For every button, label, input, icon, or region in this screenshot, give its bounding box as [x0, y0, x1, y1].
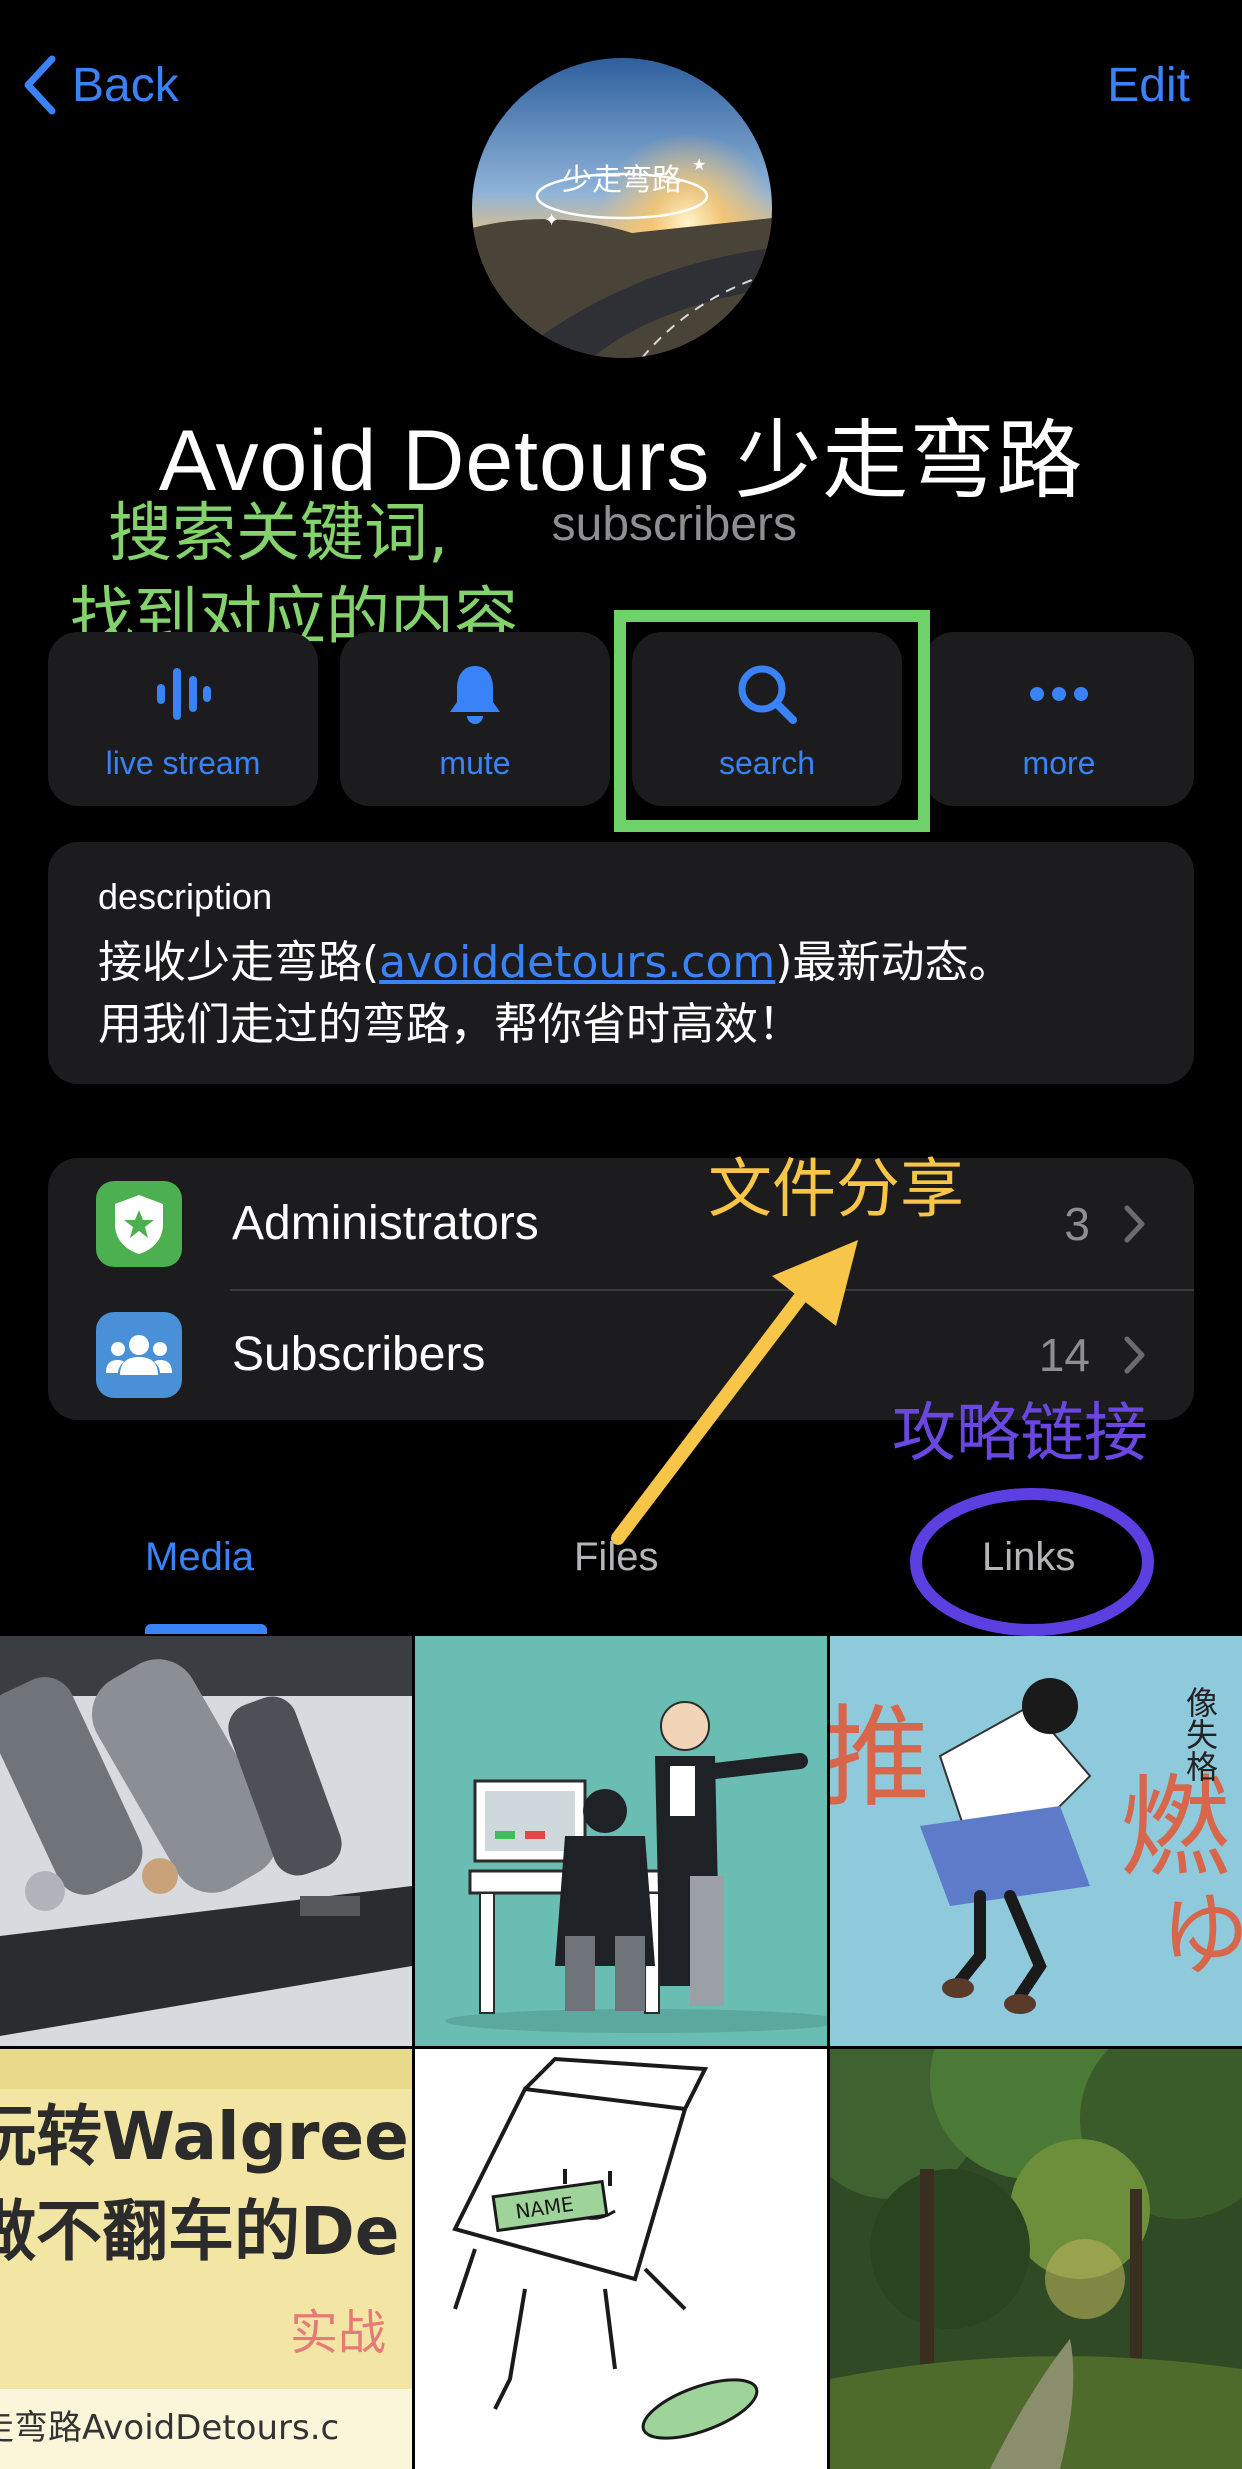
media-thumb-forest[interactable]: [830, 2049, 1242, 2469]
book-char-1: 推: [830, 1694, 930, 1822]
media-grid: 推 燃 ゆ 像失格 玩转Walgreen 做不翻车的De 实战 走弯路Avoid…: [0, 1636, 1242, 2469]
book-char-2: 燃: [1120, 1764, 1230, 1892]
media-thumb-doodle[interactable]: NAME: [415, 2049, 827, 2469]
tab-media[interactable]: Media: [145, 1535, 254, 1580]
book-char-3: ゆ: [1160, 1883, 1242, 1988]
tab-files[interactable]: Files: [574, 1535, 658, 1580]
tab-links[interactable]: Links: [982, 1535, 1075, 1580]
yellow-arrow: [611, 1291, 807, 1545]
media-thumb-microscope[interactable]: [0, 1636, 412, 2046]
tab-media-indicator: [145, 1624, 267, 1634]
walgreens-line1: 玩转Walgreen: [0, 2098, 412, 2175]
annotation-overlay: [611, 1240, 1154, 1636]
media-thumb-book-cover[interactable]: 推 燃 ゆ 像失格: [830, 1636, 1242, 2046]
media-thumb-walgreens[interactable]: 玩转Walgreen 做不翻车的De 实战 走弯路AvoidDetours.c: [0, 2049, 412, 2469]
walgreens-footer: 走弯路AvoidDetours.c: [0, 2408, 339, 2448]
walgreens-line2: 做不翻车的De: [0, 2193, 400, 2270]
book-author: 像失格: [1181, 1686, 1219, 1782]
walgreens-line3: 实战: [290, 2305, 386, 2361]
media-thumb-office[interactable]: [415, 1636, 827, 2046]
